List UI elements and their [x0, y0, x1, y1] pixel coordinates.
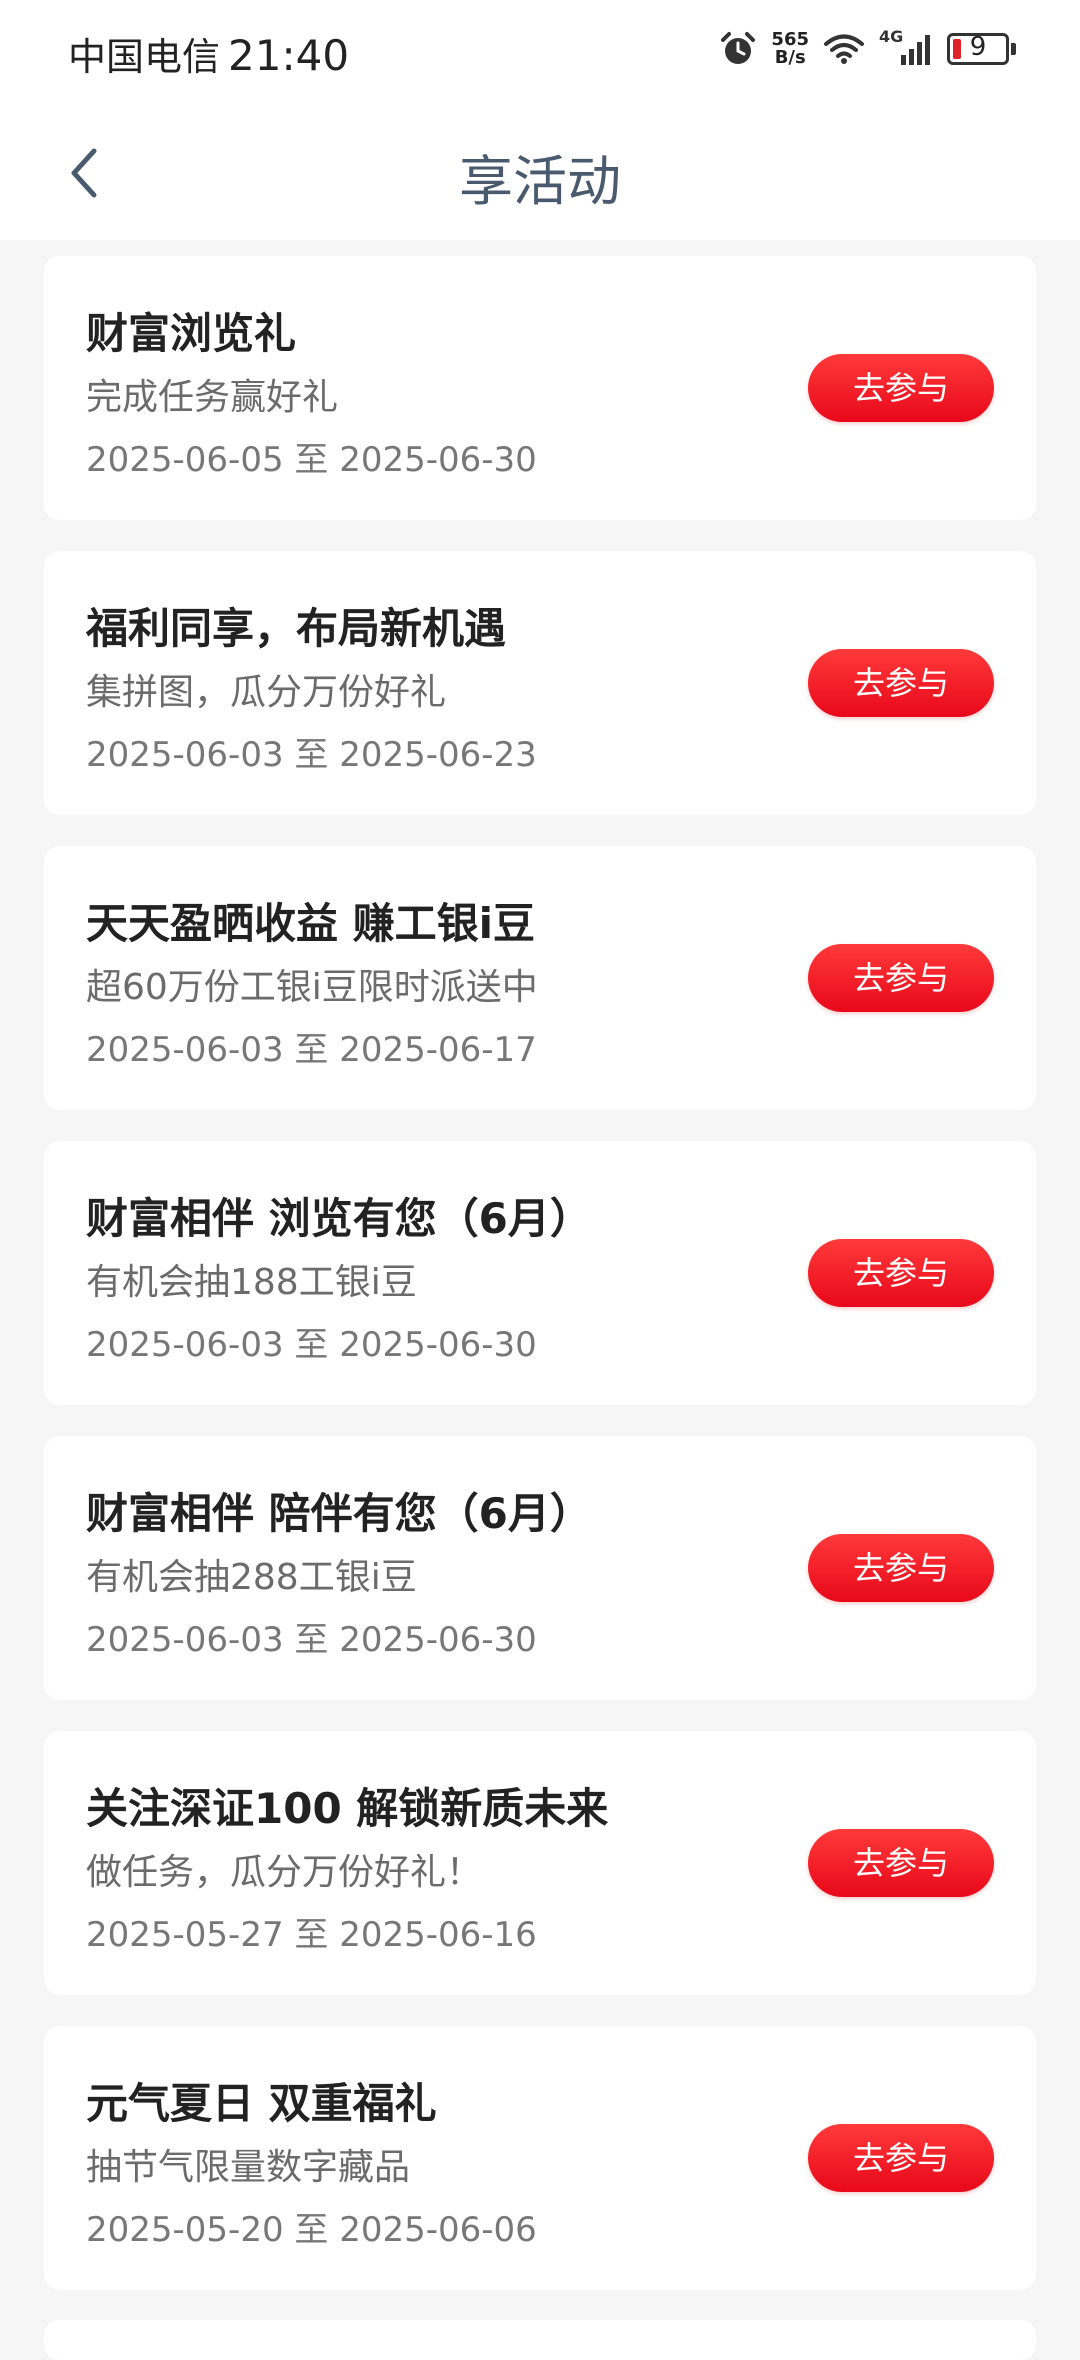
nav-bar: 享活动 — [0, 105, 1080, 240]
alarm-icon — [719, 30, 757, 68]
activity-title: 福利同享，布局新机遇 — [86, 604, 507, 653]
activity-subtitle: 集拼图，瓜分万份好礼 — [86, 672, 447, 713]
activity-card[interactable]: 财富相伴 陪伴有您（6月） 有机会抽288工银i豆 2025-06-03 至 2… — [44, 1436, 1036, 1700]
activity-subtitle: 有机会抽188工银i豆 — [86, 1262, 417, 1303]
join-button[interactable]: 去参与 — [808, 354, 994, 422]
activity-dates: 2025-05-20 至 2025-06-06 — [86, 2210, 537, 2250]
activity-dates: 2025-06-05 至 2025-06-30 — [86, 440, 537, 480]
activity-title: 元气夏日 双重福礼 — [86, 2079, 437, 2128]
status-icons: 565 B/s 4G 9 — [719, 27, 1016, 68]
join-button[interactable]: 去参与 — [808, 1239, 994, 1307]
network-speed: 565 B/s — [771, 31, 809, 67]
activity-title: 关注深证100 解锁新质未来 — [86, 1784, 609, 1833]
activity-card[interactable]: 关注深证100 解锁新质未来 做任务，瓜分万份好礼！ 2025-05-27 至 … — [44, 1731, 1036, 1995]
activity-title: 财富浏览礼 — [86, 309, 297, 358]
join-button[interactable]: 去参与 — [808, 649, 994, 717]
join-button[interactable]: 去参与 — [808, 2124, 994, 2192]
wifi-icon — [823, 32, 865, 66]
page-title: 享活动 — [459, 150, 621, 213]
battery-icon: 9 — [947, 32, 1009, 65]
join-button[interactable]: 去参与 — [808, 1534, 994, 1602]
activity-card[interactable]: 财富浏览礼 完成任务赢好礼 2025-06-05 至 2025-06-30 去参… — [44, 256, 1036, 520]
activity-dates: 2025-05-27 至 2025-06-16 — [86, 1915, 537, 1955]
activity-title: 天天盈晒收益 赚工银i豆 — [86, 899, 536, 948]
status-bar: 中国电信 21:40 565 B/s 4G 9 — [0, 0, 1080, 105]
activity-card[interactable]: 天天盈晒收益 赚工银i豆 超60万份工银i豆限时派送中 2025-06-03 至… — [44, 846, 1036, 1110]
activity-subtitle: 超60万份工银i豆限时派送中 — [86, 967, 538, 1008]
battery-level: 9 — [969, 32, 987, 62]
activity-subtitle: 做任务，瓜分万份好礼！ — [86, 1852, 483, 1893]
carrier-name: 中国电信 — [68, 35, 221, 79]
activity-card[interactable]: 元气夏日 双重福礼 抽节气限量数字藏品 2025-05-20 至 2025-06… — [44, 2026, 1036, 2290]
activity-dates: 2025-06-03 至 2025-06-23 — [86, 735, 537, 775]
network-speed-unit: B/s — [774, 47, 806, 68]
activity-subtitle: 有机会抽288工银i豆 — [86, 1557, 417, 1598]
clock-time: 21:40 — [228, 31, 350, 80]
activity-card[interactable]: 福利同享，布局新机遇 集拼图，瓜分万份好礼 2025-06-03 至 2025-… — [44, 551, 1036, 815]
activity-subtitle: 完成任务赢好礼 — [86, 377, 339, 418]
activity-title: 财富相伴 陪伴有您（6月） — [86, 1489, 592, 1538]
activity-dates: 2025-06-03 至 2025-06-30 — [86, 1325, 537, 1365]
cellular-signal-icon: 4G — [879, 27, 933, 67]
activity-dates: 2025-06-03 至 2025-06-30 — [86, 1620, 537, 1660]
activity-card[interactable]: 财富相伴 浏览有您（6月） 有机会抽188工银i豆 2025-06-03 至 2… — [44, 1141, 1036, 1405]
activity-subtitle: 抽节气限量数字藏品 — [86, 2147, 411, 2188]
join-button[interactable]: 去参与 — [808, 1829, 994, 1897]
activity-dates: 2025-06-03 至 2025-06-17 — [86, 1030, 537, 1070]
battery-cap — [1011, 43, 1016, 55]
activity-card-partial[interactable] — [44, 2320, 1036, 2360]
join-button[interactable]: 去参与 — [808, 944, 994, 1012]
activity-title: 财富相伴 浏览有您（6月） — [86, 1194, 592, 1243]
status-left: 中国电信 21:40 — [68, 26, 349, 81]
